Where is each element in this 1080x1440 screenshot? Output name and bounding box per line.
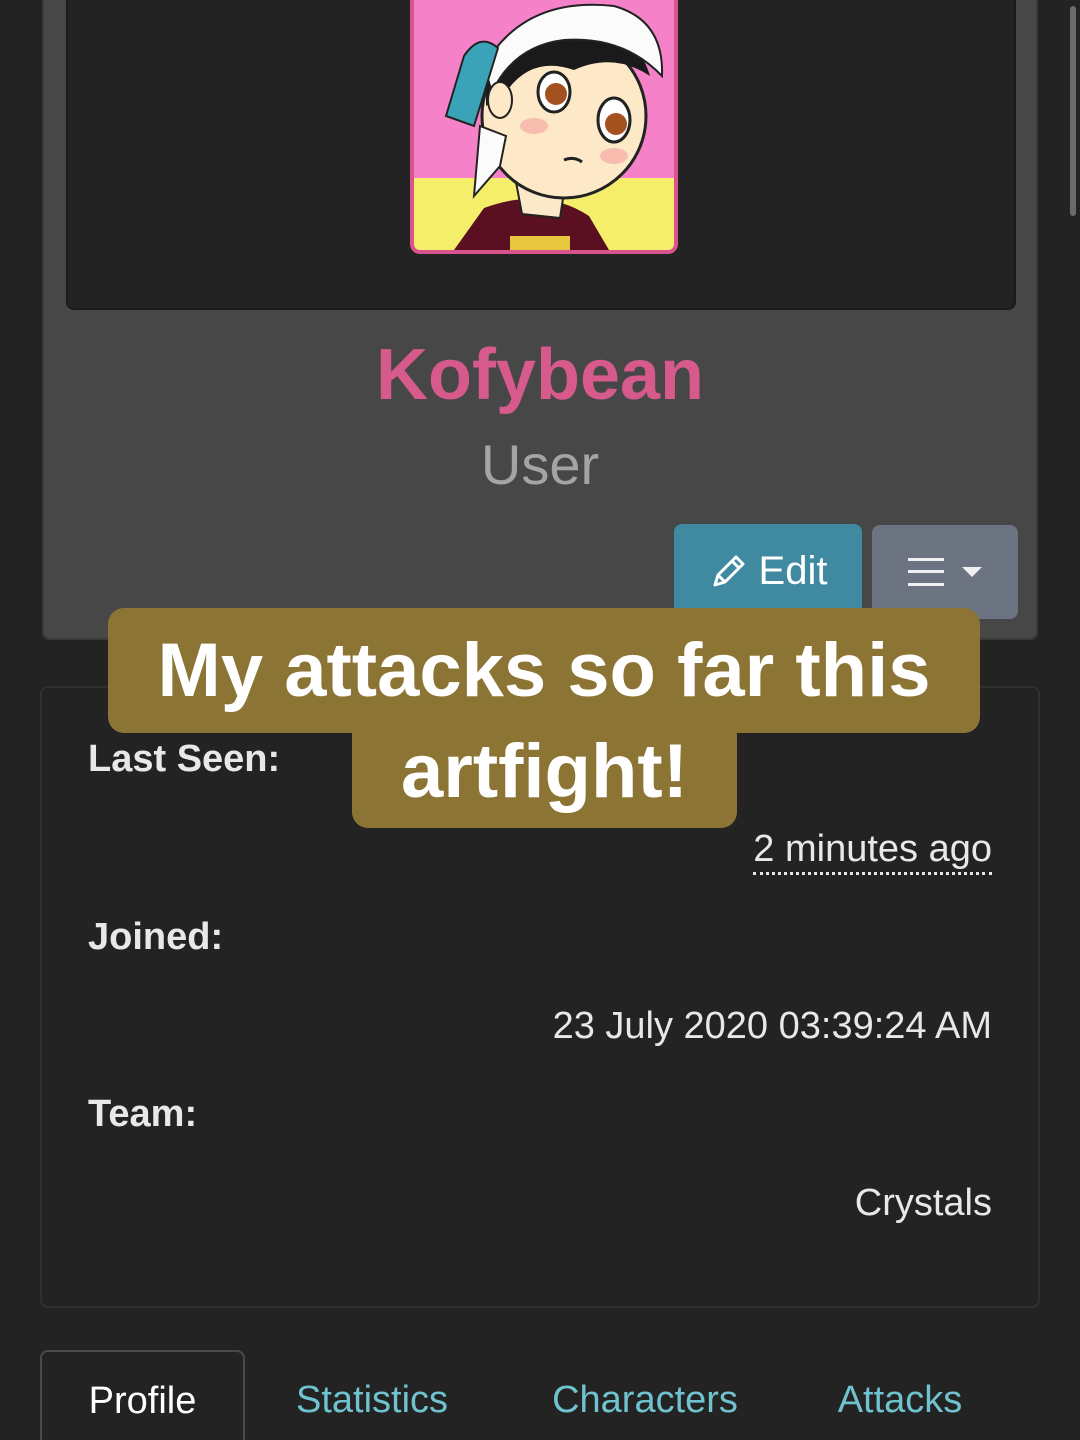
profile-menu-button[interactable] bbox=[872, 525, 1018, 619]
scrollbar-thumb[interactable] bbox=[1070, 6, 1076, 216]
hamburger-icon bbox=[908, 558, 944, 586]
profile-banner bbox=[66, 0, 1016, 310]
tab-profile[interactable]: Profile bbox=[40, 1350, 245, 1440]
team-value: Crystals bbox=[854, 1182, 992, 1224]
avatar-illustration bbox=[414, 0, 674, 250]
last-seen-time[interactable]: 2 minutes ago bbox=[753, 828, 992, 875]
chevron-down-icon bbox=[962, 567, 982, 577]
page: Kofybean User Edit Last Seen: 2 minutes … bbox=[0, 0, 1080, 1440]
profile-card: Kofybean User Edit bbox=[42, 0, 1038, 640]
tab-attacks[interactable]: Attacks bbox=[820, 1350, 980, 1440]
profile-tabs: Profile Statistics Characters Attacks bbox=[40, 1350, 1040, 1440]
edit-profile-button[interactable]: Edit bbox=[674, 524, 862, 618]
team-label: Team: bbox=[88, 1093, 198, 1135]
scrollbar[interactable] bbox=[1066, 0, 1080, 1440]
joined-value: 23 July 2020 03:39:24 AM bbox=[552, 1005, 992, 1047]
tab-characters[interactable]: Characters bbox=[530, 1350, 760, 1440]
joined-label: Joined: bbox=[88, 916, 224, 958]
caption-line-2: artfight! bbox=[352, 728, 737, 828]
tab-statistics[interactable]: Statistics bbox=[272, 1350, 472, 1440]
edit-button-label: Edit bbox=[758, 548, 828, 593]
pencil-icon bbox=[713, 555, 745, 587]
avatar[interactable] bbox=[410, 0, 678, 254]
last-seen-value: 2 minutes ago bbox=[753, 828, 992, 875]
caption-line-1: My attacks so far this bbox=[108, 608, 980, 733]
last-seen-label: Last Seen: bbox=[88, 738, 281, 780]
user-role: User bbox=[480, 433, 600, 496]
username: Kofybean bbox=[375, 335, 705, 415]
